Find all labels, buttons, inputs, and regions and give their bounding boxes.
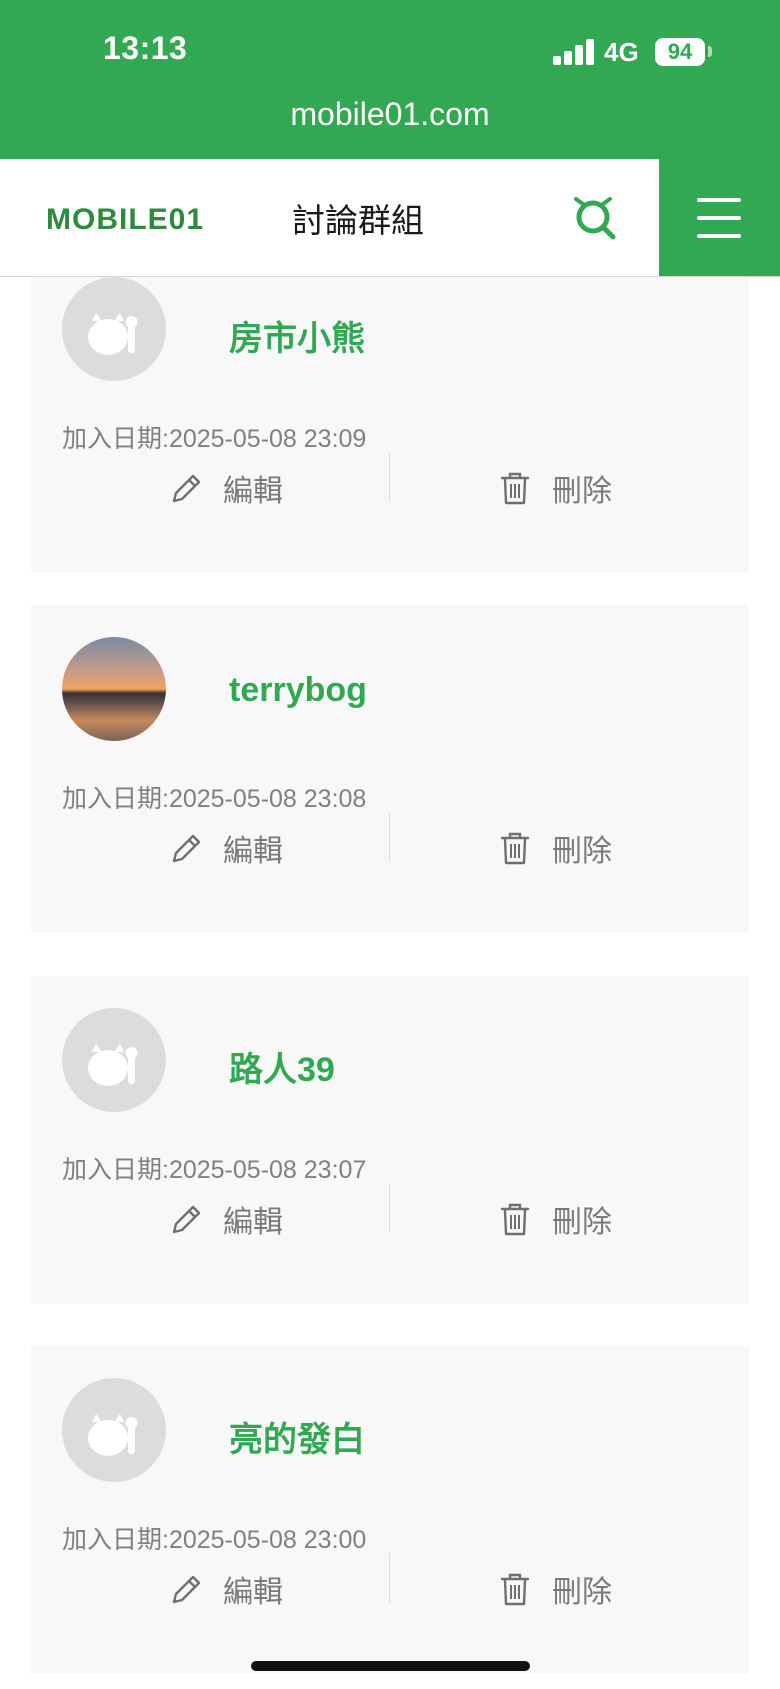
trash-icon: [500, 472, 530, 505]
divider: [389, 452, 390, 502]
delete-label: 刪除: [552, 1576, 612, 1609]
join-date: 加入日期:2025-05-08 23:07: [62, 1156, 367, 1184]
divider: [389, 1553, 390, 1603]
status-time: 13:13: [103, 30, 188, 66]
edit-label: 編輯: [223, 475, 283, 508]
join-date: 加入日期:2025-05-08 23:08: [62, 785, 367, 813]
member-name[interactable]: 路人39: [229, 1042, 335, 1091]
divider: [389, 1183, 390, 1233]
member-card: 房市小熊 加入日期:2025-05-08 23:09 編輯 刪除: [31, 277, 749, 573]
member-name[interactable]: terrybog: [229, 671, 367, 710]
default-avatar-icon: [62, 1378, 166, 1482]
member-list: 房市小熊 加入日期:2025-05-08 23:09 編輯 刪除 terrybo…: [0, 277, 780, 1689]
member-name[interactable]: 亮的發白: [229, 1412, 365, 1461]
status-bar: 13:13 4G 94 mobile01.com: [0, 0, 780, 159]
edit-label: 編輯: [223, 1576, 283, 1609]
trash-icon: [500, 1573, 530, 1606]
member-card: 亮的發白 加入日期:2025-05-08 23:00 編輯 刪除: [31, 1346, 749, 1674]
delete-button[interactable]: 刪除: [498, 1564, 612, 1614]
edit-button[interactable]: 編輯: [169, 463, 283, 513]
user-avatar-photo: [62, 637, 166, 741]
page-title: 討論群組: [292, 202, 424, 239]
address-bar-url[interactable]: mobile01.com: [0, 96, 780, 133]
logo-text: MOBILE01: [46, 203, 204, 236]
delete-button[interactable]: 刪除: [498, 463, 612, 513]
network-type: 4G: [604, 37, 639, 67]
battery-tip: [708, 46, 712, 57]
join-date: 加入日期:2025-05-08 23:00: [62, 1526, 367, 1554]
pencil-icon: [172, 474, 201, 503]
default-avatar-icon: [62, 1008, 166, 1112]
default-avatar-icon: [62, 277, 166, 381]
search-icon[interactable]: [572, 193, 620, 241]
join-date: 加入日期:2025-05-08 23:09: [62, 425, 367, 453]
pencil-icon: [172, 1575, 201, 1604]
delete-label: 刪除: [552, 475, 612, 508]
delete-label: 刪除: [552, 835, 612, 868]
member-card: 路人39 加入日期:2025-05-08 23:07 編輯 刪除: [31, 976, 749, 1304]
battery-icon: 94: [655, 38, 705, 66]
signal-icon: [553, 39, 595, 65]
mobile01-logo[interactable]: MOBILE01: [46, 193, 266, 243]
member-card: terrybog 加入日期:2025-05-08 23:08 編輯 刪除: [31, 605, 749, 933]
edit-button[interactable]: 編輯: [169, 823, 283, 873]
edit-button[interactable]: 編輯: [169, 1564, 283, 1614]
member-name[interactable]: 房市小熊: [229, 311, 365, 360]
delete-button[interactable]: 刪除: [498, 823, 612, 873]
edit-button[interactable]: 編輯: [169, 1194, 283, 1244]
edit-label: 編輯: [223, 1206, 283, 1239]
pencil-icon: [172, 834, 201, 863]
delete-button[interactable]: 刪除: [498, 1194, 612, 1244]
delete-label: 刪除: [552, 1206, 612, 1239]
edit-label: 編輯: [223, 835, 283, 868]
pencil-icon: [172, 1205, 201, 1234]
trash-icon: [500, 1203, 530, 1236]
divider: [389, 812, 390, 862]
hamburger-menu-icon[interactable]: [659, 159, 780, 276]
home-indicator[interactable]: [251, 1661, 530, 1671]
trash-icon: [500, 832, 530, 865]
